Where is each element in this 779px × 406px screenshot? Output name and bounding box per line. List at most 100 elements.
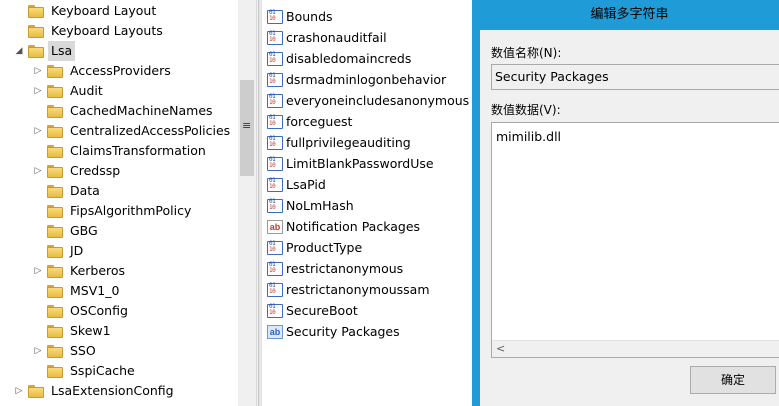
- value-name: NoLmHash: [286, 198, 354, 213]
- value-name: Security Packages: [286, 324, 400, 339]
- tree-item-label: Credssp: [70, 163, 121, 178]
- folder-icon: [47, 104, 63, 118]
- expand-arrow-icon[interactable]: ▷: [33, 61, 43, 81]
- value-row[interactable]: crashonauditfail: [267, 27, 387, 48]
- binary-value-icon: [267, 114, 283, 129]
- tree-item[interactable]: GBG: [33, 221, 101, 241]
- dialog-frame: [472, 0, 480, 406]
- tree-item[interactable]: ▷ Kerberos: [33, 261, 128, 281]
- value-name: LimitBlankPasswordUse: [286, 156, 434, 171]
- tree-item[interactable]: SspiCache: [33, 361, 138, 381]
- horizontal-scrollbar[interactable]: <: [492, 340, 779, 357]
- collapse-arrow-icon[interactable]: ◢: [14, 41, 24, 61]
- tree-item-label: Keyboard Layouts: [51, 23, 163, 38]
- dialog-title[interactable]: 编辑多字符串: [480, 0, 779, 30]
- value-row[interactable]: LsaPid: [267, 174, 326, 195]
- expand-arrow-icon[interactable]: ▷: [33, 261, 43, 281]
- folder-icon: [47, 84, 63, 98]
- folder-icon: [47, 64, 63, 78]
- value-row[interactable]: disabledomaincreds: [267, 48, 411, 69]
- value-row[interactable]: ab Notification Packages: [267, 216, 420, 237]
- tree-item-label: OSConfig: [70, 303, 128, 318]
- value-name: Notification Packages: [286, 219, 421, 234]
- binary-value-icon: [267, 135, 283, 150]
- registry-value-list: Bounds crashonauditfail disabledomaincreds…: [262, 0, 472, 406]
- tree-item[interactable]: ▷ Credssp: [33, 161, 123, 181]
- tree-item[interactable]: MSV1_0: [33, 281, 122, 301]
- value-row[interactable]: SecureBoot: [267, 300, 358, 321]
- value-row[interactable]: forceguest: [267, 111, 352, 132]
- tree-scrollbar[interactable]: [238, 0, 258, 406]
- expand-arrow-icon[interactable]: ▷: [33, 121, 43, 141]
- folder-icon: [47, 124, 63, 138]
- value-name: disabledomaincreds: [286, 51, 412, 66]
- binary-value-icon: [267, 198, 283, 213]
- value-row[interactable]: restrictanonymous: [267, 258, 403, 279]
- tree-item-label: LsaExtensionConfig: [51, 383, 174, 398]
- folder-icon: [47, 264, 63, 278]
- value-row[interactable]: LimitBlankPasswordUse: [267, 153, 434, 174]
- tree-item[interactable]: ◢ Lsa: [14, 41, 76, 61]
- tree-item[interactable]: Data: [33, 181, 103, 201]
- binary-value-icon: [267, 30, 283, 45]
- expand-arrow-icon[interactable]: ▷: [33, 341, 43, 361]
- folder-icon: [47, 224, 63, 238]
- value-row[interactable]: everyoneincludesanonymous: [267, 90, 469, 111]
- tree-item[interactable]: FipsAlgorithmPolicy: [33, 201, 194, 221]
- expand-arrow-icon[interactable]: ▷: [33, 161, 43, 181]
- scrollbar-track[interactable]: [238, 0, 257, 406]
- registry-key-tree: Keyboard Layout Keyboard Layouts ◢ Lsa ▷ Acce…: [0, 0, 238, 406]
- tree-item[interactable]: CachedMachineNames: [33, 101, 216, 121]
- tree-item[interactable]: ▷ Audit: [33, 81, 106, 101]
- tree-item[interactable]: ▷ CentralizedAccessPolicies: [33, 121, 233, 141]
- tree-item-label: CentralizedAccessPolicies: [70, 123, 231, 138]
- string-value-icon: ab: [267, 324, 283, 339]
- folder-icon: [47, 164, 63, 178]
- value-name: fullprivilegeauditing: [286, 135, 411, 150]
- folder-icon: [28, 4, 44, 18]
- binary-value-icon: [267, 303, 283, 318]
- binary-value-icon: [267, 240, 283, 255]
- tree-item-label: SspiCache: [70, 363, 135, 378]
- expand-arrow-icon[interactable]: ▷: [33, 81, 43, 101]
- dialog-body: 数值名称(N): Security Packages 数值数据(V): mimi…: [480, 30, 779, 406]
- value-row[interactable]: ProductType: [267, 237, 362, 258]
- tree-item-label: Data: [70, 183, 100, 198]
- value-name: ProductType: [286, 240, 363, 255]
- binary-value-icon: [267, 156, 283, 171]
- binary-value-icon: [267, 9, 283, 24]
- value-name-field[interactable]: Security Packages: [491, 64, 779, 90]
- tree-item[interactable]: JD: [33, 241, 86, 261]
- value-data-text[interactable]: mimilib.dll: [496, 129, 561, 144]
- folder-icon: [47, 324, 63, 338]
- expand-arrow-icon[interactable]: ▷: [14, 381, 24, 401]
- value-row[interactable]: Bounds: [267, 6, 333, 27]
- tree-item-label: MSV1_0: [70, 283, 120, 298]
- value-row[interactable]: restrictanonymoussam: [267, 279, 430, 300]
- value-name: restrictanonymoussam: [286, 282, 430, 297]
- value-row[interactable]: NoLmHash: [267, 195, 354, 216]
- binary-value-icon: [267, 72, 283, 87]
- tree-item[interactable]: ▷ SSO: [33, 341, 99, 361]
- tree-item[interactable]: OSConfig: [33, 301, 131, 321]
- folder-icon: [47, 344, 63, 358]
- value-row[interactable]: fullprivilegeauditing: [267, 132, 411, 153]
- tree-item-label: SSO: [70, 343, 96, 358]
- ok-button[interactable]: 确定: [690, 366, 776, 394]
- value-name: dsrmadminlogonbehavior: [286, 72, 447, 87]
- tree-item-label: GBG: [70, 223, 98, 238]
- value-name: restrictanonymous: [286, 261, 404, 276]
- tree-item[interactable]: ▷ AccessProviders: [33, 61, 174, 81]
- tree-item[interactable]: ▷ LsaExtensionConfig: [14, 381, 177, 401]
- value-row[interactable]: ab Security Packages: [267, 321, 400, 342]
- value-row[interactable]: dsrmadminlogonbehavior: [267, 69, 446, 90]
- tree-item[interactable]: ClaimsTransformation: [33, 141, 209, 161]
- binary-value-icon: [267, 93, 283, 108]
- tree-item[interactable]: Keyboard Layout: [14, 1, 159, 21]
- splitter-grip-icon[interactable]: ≡: [242, 120, 252, 131]
- tree-item[interactable]: Skew1: [33, 321, 114, 341]
- tree-item[interactable]: Keyboard Layouts: [14, 21, 166, 41]
- folder-icon: [47, 284, 63, 298]
- scroll-left-icon[interactable]: <: [496, 341, 505, 357]
- value-data-textarea[interactable]: mimilib.dll <: [491, 122, 779, 358]
